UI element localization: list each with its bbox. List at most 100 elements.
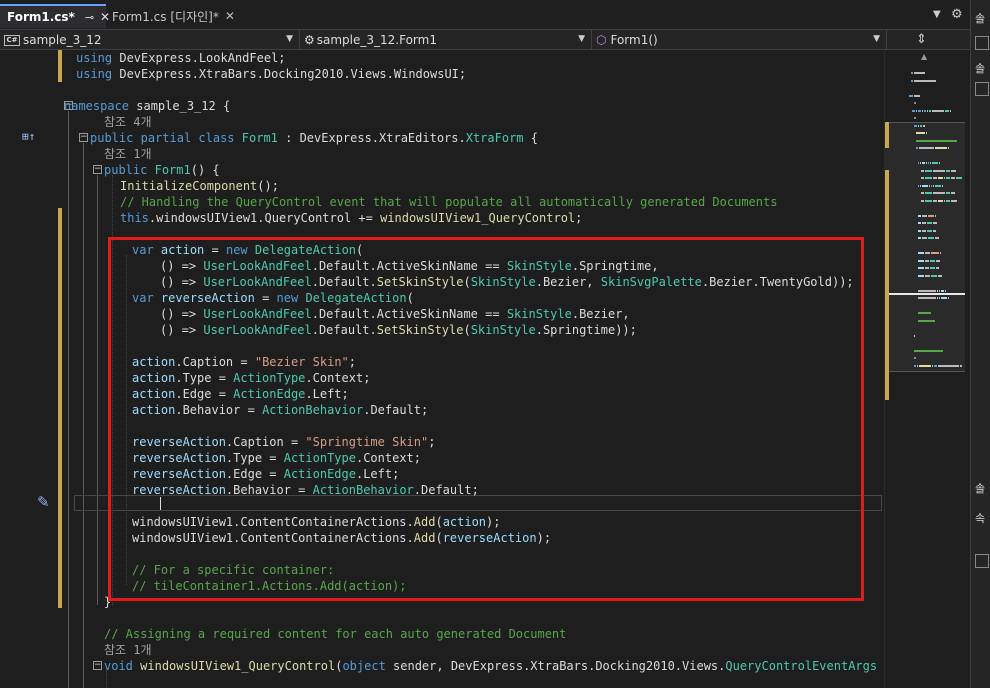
code-editor[interactable]: ⊞↑ ✎ − − − − using DevExpress.LookAndFee… bbox=[0, 50, 884, 688]
minimap-token bbox=[936, 259, 940, 262]
minimap-token bbox=[939, 289, 940, 292]
close-icon[interactable]: ✕ bbox=[225, 9, 235, 23]
code-line[interactable]: using DevExpress.LookAndFeel; bbox=[76, 50, 286, 66]
code-line[interactable]: public Form1() { bbox=[104, 162, 220, 178]
minimap-token bbox=[938, 177, 943, 179]
minimap-token bbox=[922, 184, 928, 187]
minimap-token bbox=[946, 177, 950, 179]
code-token: void bbox=[104, 659, 133, 673]
code-token: () { bbox=[190, 163, 220, 177]
minimap-token bbox=[960, 364, 962, 367]
minimap-token bbox=[935, 184, 941, 187]
panel-toolbar-icon[interactable] bbox=[975, 36, 989, 50]
minimap-token bbox=[921, 199, 924, 202]
solution-explorer-tab[interactable]: 솔 bbox=[975, 10, 985, 26]
code-line[interactable]: this.windowsUIView1.QueryControl += wind… bbox=[120, 210, 582, 226]
solution-explorer-tab-3[interactable]: 솔 bbox=[975, 480, 985, 496]
minimap-token bbox=[917, 364, 918, 367]
minimap-token bbox=[931, 184, 932, 187]
code-line[interactable]: 참조 4개 bbox=[104, 114, 152, 130]
code-line[interactable]: 참조 1개 bbox=[104, 146, 152, 162]
code-token: partial bbox=[140, 131, 192, 145]
code-token: e) { bbox=[877, 659, 884, 673]
chevron-down-icon: ▼ bbox=[286, 34, 293, 44]
minimap-token bbox=[925, 252, 930, 254]
properties-grid-icon[interactable] bbox=[975, 554, 989, 568]
tab-label: Form1.cs* bbox=[7, 10, 75, 24]
tab-form1-designer[interactable]: Form1.cs [디자인]* ✕ bbox=[106, 4, 246, 28]
minimap-token bbox=[925, 177, 932, 179]
code-token: 참조 1개 bbox=[104, 147, 152, 161]
gear-icon[interactable]: ⚙ bbox=[951, 7, 963, 22]
class-dropdown[interactable]: ⚙ sample_3_12.Form1 ▼ bbox=[300, 30, 592, 50]
code-line[interactable]: // Handling the QueryControl event that … bbox=[120, 194, 777, 210]
minimap-token bbox=[926, 132, 927, 134]
minimap-token bbox=[929, 184, 930, 187]
code-line[interactable]: void windowsUIView1_QueryControl(object … bbox=[104, 658, 884, 674]
code-line[interactable]: InitializeComponent(); bbox=[120, 178, 279, 194]
minimap-caret-line bbox=[885, 293, 965, 295]
code-token: // Assigning a required content for each… bbox=[104, 627, 567, 641]
code-line[interactable]: 참조 1개 bbox=[104, 642, 152, 658]
minimap-token bbox=[918, 319, 935, 322]
scroll-up-icon[interactable]: ▲ bbox=[921, 52, 927, 61]
minimap-token bbox=[946, 169, 950, 172]
minimap-token bbox=[933, 169, 945, 172]
minimap-token bbox=[956, 177, 962, 179]
minimap-token bbox=[922, 109, 923, 112]
navigation-bar: C# sample_3_12 ▼ ⚙ sample_3_12.Form1 ▼ ⬡… bbox=[0, 30, 970, 50]
minimap-token bbox=[944, 199, 945, 202]
side-tool-panel: 솔 솔 솔 속 bbox=[970, 0, 990, 688]
minimap-token bbox=[911, 72, 913, 74]
minimap-token bbox=[938, 199, 943, 202]
minimap-token bbox=[933, 229, 936, 232]
split-editor-icon[interactable]: ⇕ bbox=[916, 32, 927, 47]
code-line[interactable]: using DevExpress.XtraBars.Docking2010.Vi… bbox=[76, 66, 466, 82]
code-line[interactable]: namespace sample_3_12 { bbox=[64, 98, 230, 114]
code-line[interactable]: // Assigning a required content for each… bbox=[104, 626, 566, 642]
code-token: // Handling the QueryControl event that … bbox=[120, 195, 778, 209]
minimap-token bbox=[939, 297, 940, 299]
pin-icon[interactable]: ⊸ bbox=[85, 11, 94, 24]
class-diagram-icon[interactable]: ⊞↑ bbox=[22, 130, 35, 143]
minimap-token bbox=[916, 139, 957, 142]
code-line[interactable]: public partial class Form1 : DevExpress.… bbox=[90, 130, 538, 146]
method-icon: ⬡ bbox=[596, 33, 607, 47]
minimap-token bbox=[922, 162, 925, 164]
project-dropdown[interactable]: C# sample_3_12 ▼ bbox=[0, 30, 300, 50]
minimap-token bbox=[951, 169, 956, 172]
minimap-token bbox=[918, 297, 936, 299]
minimap-scrollbar[interactable]: ▲ bbox=[884, 50, 965, 688]
minimap-viewport[interactable] bbox=[885, 122, 965, 372]
project-name: sample_3_12 bbox=[23, 33, 102, 47]
code-token: QueryControlEventArgs bbox=[725, 659, 878, 673]
code-token: sender, DevExpress.XtraBars.Docking2010.… bbox=[385, 659, 726, 673]
code-token: ; bbox=[575, 211, 583, 225]
minimap-token bbox=[930, 259, 935, 262]
minimap-token bbox=[914, 72, 925, 74]
minimap-token bbox=[950, 109, 951, 112]
minimap-token bbox=[922, 214, 927, 217]
minimap-token bbox=[918, 162, 919, 164]
minimap-token bbox=[951, 192, 955, 194]
minimap-token bbox=[914, 334, 915, 337]
code-token: DevExpress.XtraBars.Docking2010.Views.Wi… bbox=[112, 67, 467, 81]
minimap-token bbox=[927, 222, 932, 224]
tab-form1-cs[interactable]: Form1.cs* ⊸ ✕ bbox=[0, 4, 110, 28]
member-dropdown[interactable]: ⬡ Form1() ▼ bbox=[592, 30, 887, 50]
minimap-token bbox=[918, 267, 924, 269]
code-token: : DevExpress.XtraEditors. bbox=[277, 131, 466, 145]
document-tab-bar: Form1.cs* ⊸ ✕ Form1.cs [디자인]* ✕ ▼ ⚙ bbox=[0, 0, 970, 30]
minimap-token bbox=[920, 162, 921, 164]
minimap-token bbox=[914, 117, 916, 119]
minimap-change-marker bbox=[885, 122, 889, 148]
code-token: using bbox=[76, 67, 113, 81]
minimap-token bbox=[948, 297, 949, 299]
properties-tab[interactable]: 속 bbox=[975, 510, 985, 526]
tab-overflow-chevron-icon[interactable]: ▼ bbox=[933, 9, 941, 20]
minimap-token bbox=[920, 124, 922, 127]
solution-explorer-tab-2[interactable]: 솔 bbox=[975, 60, 985, 76]
code-token: .windowsUIView1.QueryControl += bbox=[148, 211, 381, 225]
panel-toolbar-icon[interactable] bbox=[975, 82, 989, 96]
minimap-token bbox=[918, 289, 936, 292]
